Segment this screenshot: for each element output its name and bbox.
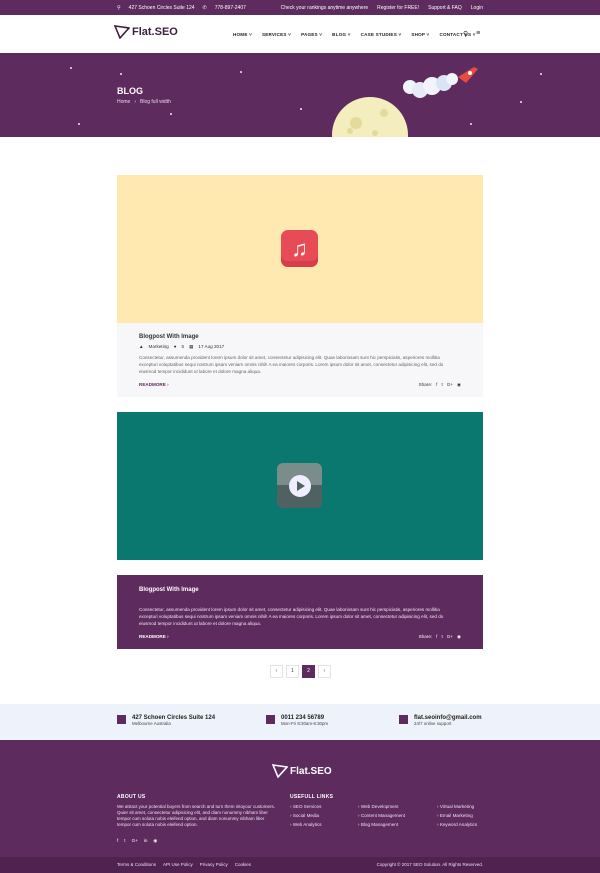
logo-text: Flat.SEO (132, 26, 178, 38)
nav-services[interactable]: SERVICES ˅ (262, 32, 291, 37)
nav-shop[interactable]: SHOP ˅ (411, 32, 429, 37)
paper-plane-icon (272, 764, 288, 778)
register-link[interactable]: Register for FREE! (377, 5, 419, 11)
post-excerpt: Consectetur, assumenda provident lorem i… (139, 355, 444, 374)
blog-post-card-2: Blogpost With Image Consectetur, assumen… (117, 575, 483, 649)
terms-link[interactable]: Terms & Conditions (117, 862, 156, 867)
topbar-address: 427 Schoen Circles Suite 124 (128, 5, 195, 11)
twitter-icon[interactable]: t (441, 382, 442, 388)
footer-link[interactable]: › Web Analytics (290, 822, 322, 827)
footer-social: f t G+ in ◉ (117, 838, 157, 844)
play-icon[interactable] (289, 475, 311, 497)
linkedin-icon[interactable]: in (144, 838, 148, 844)
about-heading: ABOUT US (117, 794, 146, 800)
top-bar: ⚲ 427 Schoen Circles Suite 124 ✆ 778-897… (0, 0, 600, 15)
footer-link[interactable]: › Keyword Analytics (437, 822, 477, 827)
search-icon[interactable]: ⚲ (463, 30, 468, 38)
links-heading: USEFULL LINKS (290, 794, 334, 800)
privacy-link[interactable]: Privacy Policy (200, 862, 228, 867)
page-1[interactable]: 1 (286, 665, 299, 678)
nav-pages[interactable]: PAGES ˅ (301, 32, 322, 37)
paper-plane-icon (114, 25, 130, 39)
post-excerpt-2: Consectetur, assumenda provident lorem i… (139, 607, 444, 626)
comment-icon: ● (173, 344, 177, 349)
footer: Flat.SEO ABOUT US We attract your potent… (0, 740, 600, 857)
nav-home[interactable]: HOME ˅ (233, 32, 252, 37)
footer-link[interactable]: › Web Development (358, 804, 405, 809)
video-icon[interactable] (277, 463, 322, 508)
moon-rocket-illustration (332, 67, 478, 137)
post-title[interactable]: Blogpost With Image (139, 334, 199, 340)
nav-blog[interactable]: BLOG ˅ (332, 32, 350, 37)
post-title-2[interactable]: Blogpost With Image (139, 587, 199, 593)
calendar-icon: ▦ (189, 344, 194, 349)
person-icon (266, 715, 275, 724)
post-comments: 5 (181, 344, 185, 349)
page-prev[interactable]: ‹ (270, 665, 283, 678)
google-plus-icon[interactable]: G+ (447, 382, 453, 388)
pinterest-icon[interactable]: ◉ (457, 634, 461, 640)
music-icon: ♫ (281, 230, 318, 267)
video-post-card (117, 412, 483, 560)
site-logo[interactable]: Flat.SEO (114, 25, 178, 39)
about-text: We attract your potential buyers from se… (117, 804, 275, 827)
footer-link[interactable]: › Social Media (290, 813, 322, 818)
readmore-link-2[interactable]: READMORE › (139, 634, 169, 639)
pagination: ‹ 1 2 › (270, 665, 331, 678)
user-icon: ▲ (139, 344, 144, 349)
blog-post-card: ♫ Blogpost With Image ▲ Marketing ● 5 ▦ … (117, 175, 483, 397)
facebook-icon[interactable]: f (117, 838, 118, 844)
rankings-link[interactable]: Check your rankings anytime anywhere (281, 5, 369, 11)
page-2[interactable]: 2 (302, 665, 315, 678)
footer-links-col2: › Web Development › Content Management ›… (358, 804, 405, 827)
contact-strip: 427 Schoen Circles Suite 124 Melbourne Au… (0, 704, 600, 740)
footer-link[interactable]: › Email Marketing (437, 813, 477, 818)
post-category[interactable]: Marketing (149, 344, 169, 350)
post-meta: ▲ Marketing ● 5 ▦ 17 Aug 2017 (139, 344, 224, 350)
post-media: ♫ (117, 175, 483, 323)
cookies-link[interactable]: Cookies (235, 862, 251, 867)
facebook-icon[interactable]: f (436, 382, 437, 388)
contact-support: 24/7 online support (414, 721, 452, 726)
readmore-link[interactable]: READMORE › (139, 382, 169, 387)
google-plus-icon[interactable]: G+ (132, 838, 138, 844)
main-nav: Flat.SEO HOME ˅ SERVICES ˅ PAGES ˅ BLOG … (0, 15, 600, 53)
pinterest-icon[interactable]: ◉ (153, 838, 157, 844)
bottom-bar: Terms & Conditions API Use Policy Privac… (0, 857, 600, 873)
mail-icon (399, 715, 408, 724)
page-hero: BLOG Home › Blog full width (0, 53, 600, 137)
footer-link[interactable]: › Blog Management (358, 822, 405, 827)
footer-link[interactable]: › Content Management (358, 813, 405, 818)
footer-link[interactable]: › Virtual Marketing (437, 804, 477, 809)
footer-links-col3: › Virtual Marketing › Email Marketing › … (437, 804, 477, 827)
facebook-icon[interactable]: f (436, 634, 437, 640)
phone-icon: ✆ (202, 5, 207, 11)
login-link[interactable]: Login (471, 5, 483, 11)
topbar-phone: 778-897-2407 (214, 5, 246, 11)
contact-hours: Mon-Fri 8:30am-6:30pm (281, 721, 329, 726)
pinterest-icon[interactable]: ◉ (457, 382, 461, 388)
contact-address-sub: Melbourne Australia (132, 721, 171, 726)
menu-icon[interactable]: ≡ (476, 30, 480, 38)
twitter-icon[interactable]: t (441, 634, 442, 640)
api-policy-link[interactable]: API Use Policy (163, 862, 193, 867)
twitter-icon[interactable]: t (124, 838, 125, 844)
footer-logo[interactable]: Flat.SEO (272, 764, 332, 778)
google-plus-icon[interactable]: G+ (447, 634, 453, 640)
page-next[interactable]: › (318, 665, 331, 678)
map-icon (117, 715, 126, 724)
post-date: 17 Aug 2017 (198, 344, 225, 349)
footer-link[interactable]: › SEO Services (290, 804, 322, 809)
footer-links-col1: › SEO Services › Social Media › Web Anal… (290, 804, 322, 827)
copyright: Copyright © 2017 SEO Solution. All Right… (376, 862, 483, 867)
share-bar: Share: f t G+ ◉ (418, 382, 461, 388)
location-icon: ⚲ (117, 5, 121, 11)
support-link[interactable]: Support & FAQ (428, 5, 462, 11)
nav-case-studies[interactable]: CASE STUDIES ˅ (361, 32, 402, 37)
share-bar-2: Share: f t G+ ◉ (418, 634, 461, 640)
